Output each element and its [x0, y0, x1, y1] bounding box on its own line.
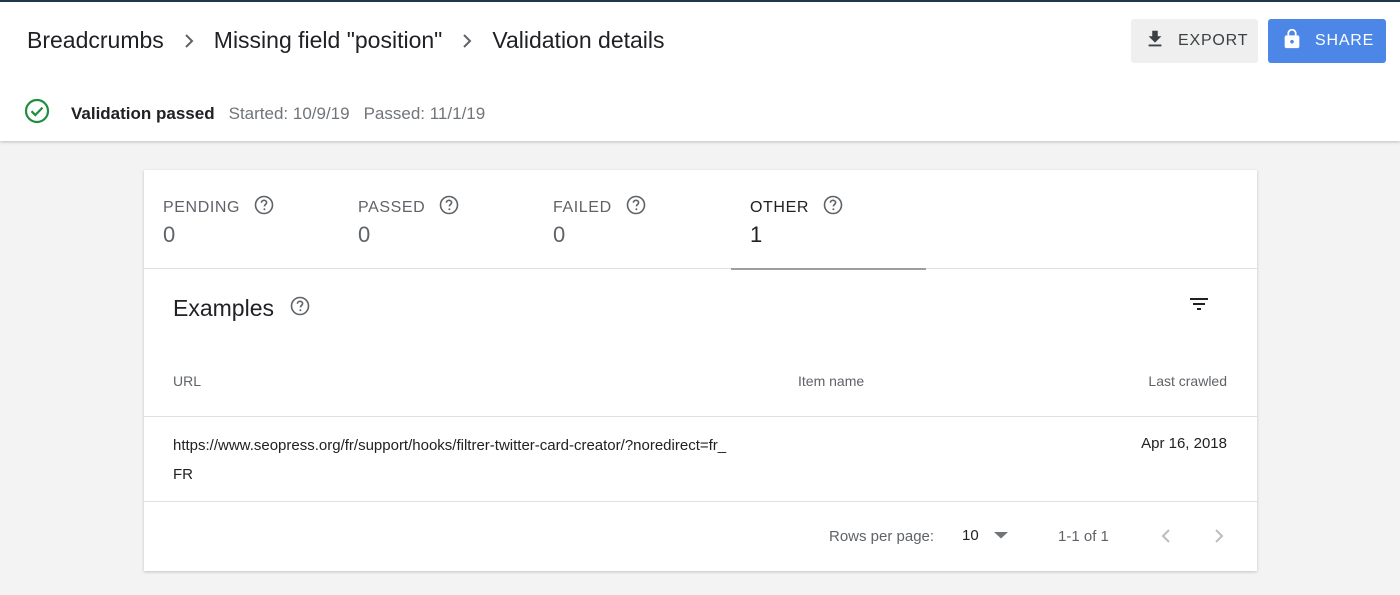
- tab-passed-label: PASSED: [358, 198, 426, 216]
- rows-per-page-select[interactable]: 10: [962, 527, 1009, 544]
- passed-date: Passed: 11/1/19: [363, 103, 486, 123]
- tab-pending-label: PENDING: [163, 198, 241, 216]
- export-button-label: EXPORT: [1178, 32, 1249, 49]
- page-header: Breadcrumbs Missing field "position" Val…: [0, 0, 1400, 141]
- help-icon[interactable]: [823, 195, 843, 220]
- validation-card: PENDING 0 PASSED 0 FAILED 0 OTHER 1 Exam…: [144, 170, 1257, 571]
- rows-per-page-label: Rows per page:: [829, 528, 935, 545]
- validation-status: Validation passed Started: 10/9/19 Passe…: [24, 98, 485, 129]
- column-header-last-crawled[interactable]: Last crawled: [1148, 373, 1227, 389]
- active-tab-indicator: [731, 268, 926, 270]
- help-icon[interactable]: [254, 195, 274, 220]
- status-tabs: PENDING 0 PASSED 0 FAILED 0 OTHER 1: [144, 170, 1257, 270]
- tab-pending-count: 0: [163, 222, 176, 247]
- help-icon[interactable]: [439, 195, 459, 220]
- tab-failed-label: FAILED: [553, 198, 612, 216]
- dropdown-arrow-icon: [993, 527, 1009, 544]
- share-button-label: SHARE: [1315, 32, 1375, 49]
- help-icon[interactable]: [626, 195, 646, 220]
- tab-passed-count: 0: [358, 222, 371, 247]
- chevron-right-icon: [178, 32, 200, 50]
- breadcrumb: Breadcrumbs Missing field "position" Val…: [27, 27, 665, 54]
- chevron-right-icon[interactable]: [1207, 524, 1231, 548]
- status-label: Validation passed: [71, 103, 215, 123]
- tab-other-label: OTHER: [750, 198, 809, 216]
- row-url[interactable]: https://www.seopress.org/fr/support/hook…: [173, 431, 733, 489]
- download-icon: [1144, 28, 1166, 55]
- share-button[interactable]: SHARE: [1268, 19, 1386, 63]
- export-button[interactable]: EXPORT: [1131, 19, 1258, 63]
- table-divider: [144, 501, 1257, 502]
- tab-pending[interactable]: PENDING 0: [144, 170, 339, 269]
- pagination-range: 1-1 of 1: [1058, 528, 1109, 545]
- breadcrumb-item-breadcrumbs[interactable]: Breadcrumbs: [27, 27, 164, 54]
- row-last-crawled: Apr 16, 2018: [1141, 435, 1227, 452]
- page-title: Validation details: [492, 27, 665, 53]
- help-icon[interactable]: [290, 295, 310, 322]
- tab-other-count: 1: [750, 222, 763, 247]
- chevron-left-icon[interactable]: [1154, 524, 1178, 548]
- examples-heading: Examples: [173, 295, 310, 322]
- tab-passed[interactable]: PASSED 0: [339, 170, 534, 269]
- chevron-right-icon: [456, 32, 478, 50]
- tab-other[interactable]: OTHER 1: [731, 170, 926, 270]
- filter-icon[interactable]: [1186, 291, 1212, 317]
- tab-failed[interactable]: FAILED 0: [534, 170, 729, 269]
- column-header-item-name[interactable]: Item name: [798, 373, 864, 389]
- table-divider: [144, 416, 1257, 417]
- tab-failed-count: 0: [553, 222, 566, 247]
- examples-title: Examples: [173, 295, 274, 321]
- lock-icon: [1281, 27, 1303, 56]
- started-date: Started: 10/9/19: [228, 103, 350, 123]
- check-circle-icon: [24, 98, 50, 129]
- rows-per-page-value: 10: [962, 527, 979, 544]
- column-header-url[interactable]: URL: [173, 373, 201, 389]
- breadcrumb-item-missing-field[interactable]: Missing field "position": [214, 27, 443, 54]
